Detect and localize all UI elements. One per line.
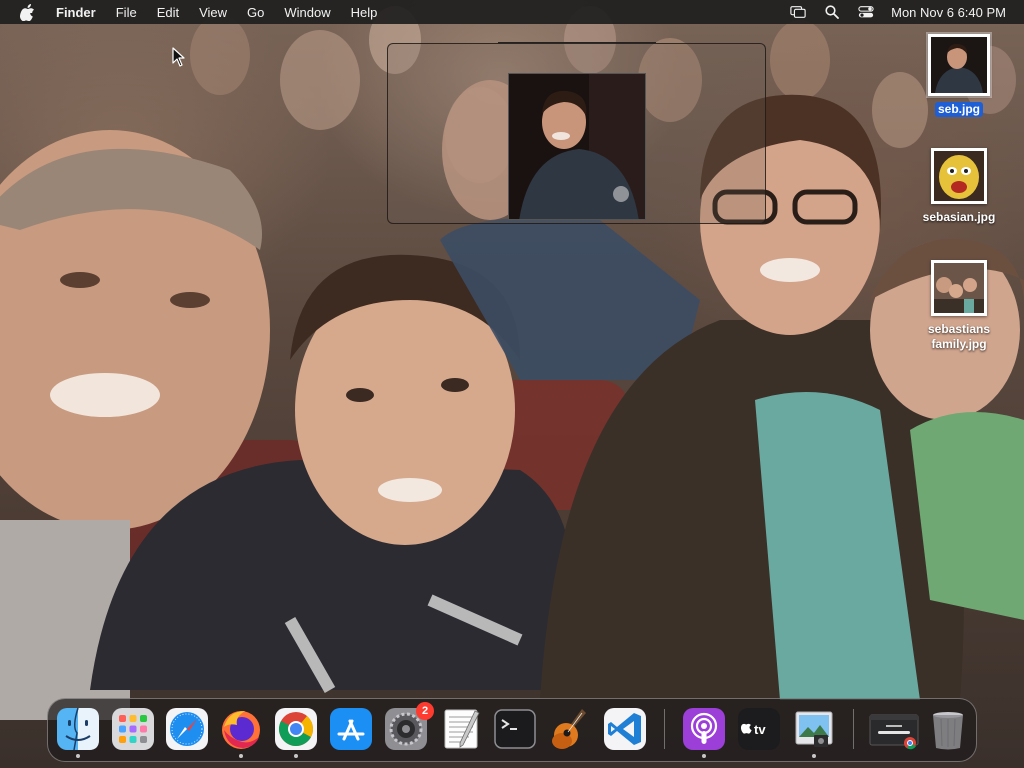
running-indicator xyxy=(294,754,298,758)
dock-firefox[interactable] xyxy=(219,707,263,758)
image-file-thumbnail-icon xyxy=(931,148,987,204)
menu-file[interactable]: File xyxy=(106,5,147,20)
desktop-file-sebasian-jpg[interactable]: sebasian.jpg xyxy=(914,148,1004,226)
dock-apple-tv[interactable]: tv xyxy=(737,707,781,751)
dock-separator xyxy=(664,709,665,749)
desktop-file-sebastians-family-jpg[interactable]: sebastians family.jpg xyxy=(914,260,1004,353)
running-indicator xyxy=(239,754,243,758)
screen-mirroring-icon[interactable] xyxy=(790,4,806,20)
dock-system-settings[interactable]: 2 xyxy=(384,702,434,751)
running-indicator xyxy=(812,754,816,758)
trash-icon xyxy=(933,712,963,750)
finder-icon xyxy=(57,707,99,751)
image-file-thumbnail-icon xyxy=(931,260,987,316)
thumbnail-image xyxy=(934,151,984,201)
menu-window[interactable]: Window xyxy=(274,5,340,20)
preview-icon xyxy=(795,711,833,747)
dock-terminal[interactable] xyxy=(493,707,537,751)
video-preview-image xyxy=(509,74,645,219)
notification-badge: 2 xyxy=(416,702,434,720)
thumbnail-image xyxy=(934,263,984,313)
spotlight-search-icon[interactable] xyxy=(824,4,840,20)
image-file-thumbnail-icon xyxy=(926,32,992,98)
dock-preview[interactable] xyxy=(792,707,836,758)
dock-separator xyxy=(853,709,854,749)
menu-bar: Finder File Edit View Go Window Help Mon… xyxy=(0,0,1024,24)
dock: 2 tv xyxy=(47,698,977,762)
floating-overlay-window[interactable] xyxy=(387,42,766,224)
garageband-icon xyxy=(552,709,586,749)
dock-textedit[interactable] xyxy=(439,707,483,751)
desktop-file-label: sebastians family.jpg xyxy=(927,322,991,351)
dock-app-store[interactable] xyxy=(329,707,373,751)
app-store-icon xyxy=(330,708,372,750)
dock-minimized-chrome-window[interactable] xyxy=(868,707,920,751)
chrome-window-thumbnail-icon xyxy=(869,714,919,750)
dock-chrome[interactable] xyxy=(274,707,318,758)
dock-podcasts[interactable] xyxy=(682,707,726,758)
apple-menu-icon[interactable] xyxy=(18,3,36,21)
desktop-file-seb-jpg[interactable]: seb.jpg xyxy=(914,32,1004,118)
dock-finder[interactable] xyxy=(56,707,100,758)
dock-launchpad[interactable] xyxy=(111,707,155,751)
textedit-icon xyxy=(444,709,480,749)
menu-go[interactable]: Go xyxy=(237,5,274,20)
mouse-pointer-icon xyxy=(172,47,185,67)
menu-bar-clock[interactable]: Mon Nov 6 6:40 PM xyxy=(891,5,1006,20)
svg-text:tv: tv xyxy=(754,722,766,737)
desktop-file-label: sebasian.jpg xyxy=(922,210,996,224)
safari-icon xyxy=(166,708,208,750)
firefox-icon xyxy=(222,711,260,749)
thumbnail-image xyxy=(931,37,987,93)
chrome-icon xyxy=(275,708,317,750)
apple-tv-icon: tv xyxy=(738,708,780,750)
video-preview-tile[interactable] xyxy=(508,73,646,220)
running-indicator xyxy=(702,754,706,758)
vscode-icon xyxy=(604,708,646,750)
dock-trash[interactable] xyxy=(926,707,970,751)
dock-vscode[interactable] xyxy=(603,707,647,751)
menu-edit[interactable]: Edit xyxy=(147,5,189,20)
dock-garageband[interactable] xyxy=(548,707,592,751)
window-top-edge xyxy=(498,42,656,43)
terminal-icon xyxy=(494,709,536,749)
desktop-file-label: seb.jpg xyxy=(934,102,983,117)
running-indicator xyxy=(76,754,80,758)
menu-help[interactable]: Help xyxy=(341,5,388,20)
menu-app-finder[interactable]: Finder xyxy=(50,5,106,20)
dock-safari[interactable] xyxy=(165,707,209,751)
menu-view[interactable]: View xyxy=(189,5,237,20)
launchpad-icon xyxy=(112,708,154,750)
control-center-icon[interactable] xyxy=(858,4,874,20)
podcasts-icon xyxy=(683,708,725,750)
